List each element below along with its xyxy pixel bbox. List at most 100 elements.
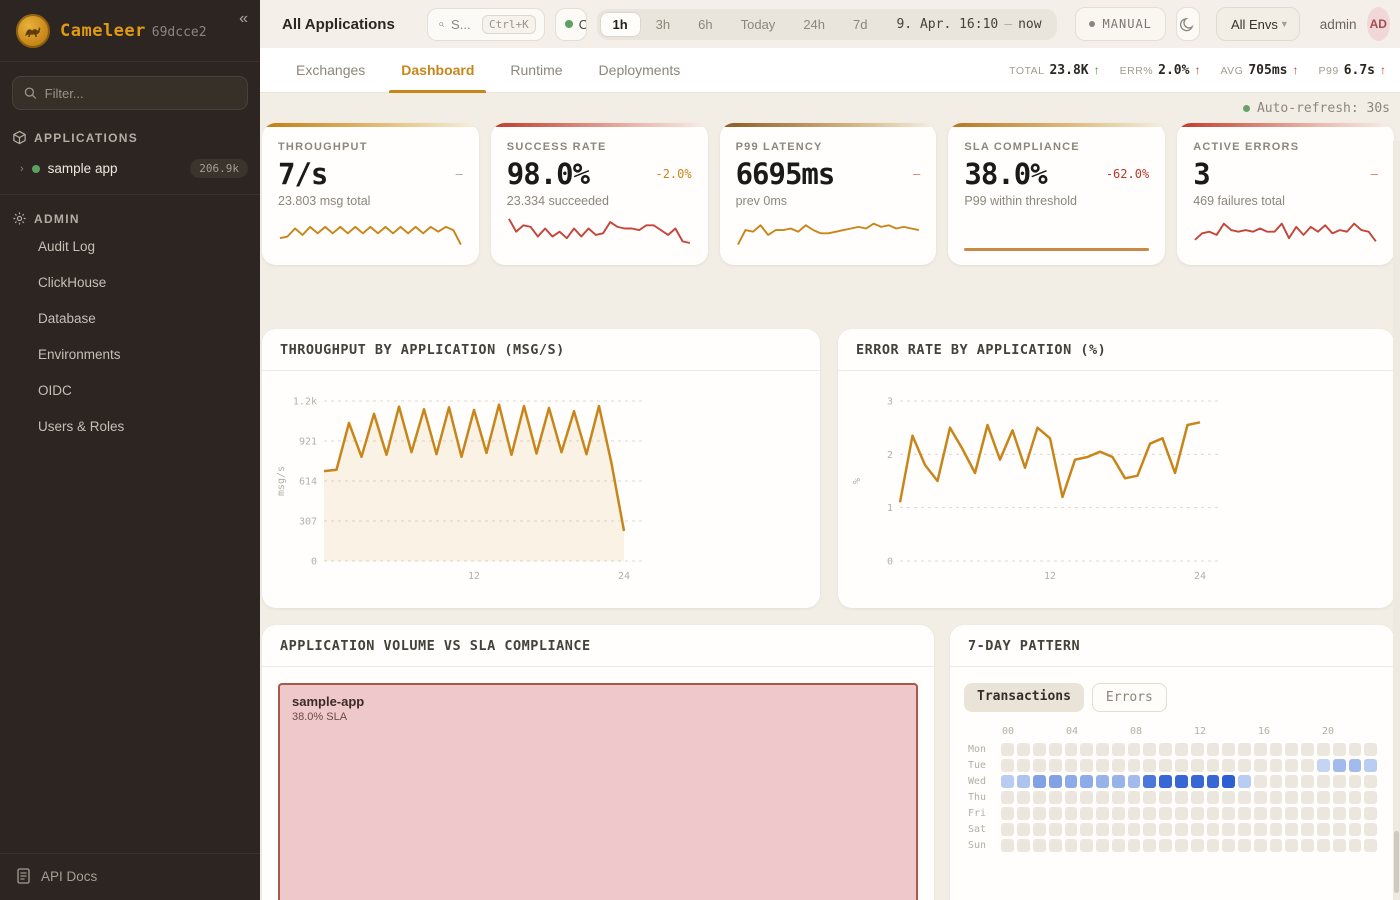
- heatmap-cell[interactable]: [1128, 839, 1141, 852]
- range-1h[interactable]: 1h: [600, 12, 641, 37]
- sidebar-item-sample-app[interactable]: › sample app 206.9k: [0, 151, 260, 188]
- heatmap-cell[interactable]: [1349, 759, 1362, 772]
- heatmap-cell[interactable]: [1080, 823, 1093, 836]
- range-3h[interactable]: 3h: [643, 12, 683, 37]
- heatmap-cell[interactable]: [1001, 791, 1014, 804]
- heatmap-cell[interactable]: [1285, 807, 1298, 820]
- heatmap-cell[interactable]: [1112, 791, 1125, 804]
- heatmap-cell[interactable]: [1285, 775, 1298, 788]
- heatmap-cell[interactable]: [1301, 823, 1314, 836]
- heatmap-cell[interactable]: [1222, 759, 1235, 772]
- sidebar-item-oidc[interactable]: OIDC: [0, 376, 260, 406]
- date-range-display[interactable]: 9. Apr. 16:10—now: [882, 17, 1053, 32]
- heatmap-cell[interactable]: [1049, 775, 1062, 788]
- tab-deployments[interactable]: Deployments: [599, 48, 681, 93]
- heatmap-cell[interactable]: [1317, 823, 1330, 836]
- heatmap-cell[interactable]: [1065, 791, 1078, 804]
- scrollbar-thumb[interactable]: [1394, 831, 1399, 893]
- global-search[interactable]: Ctrl+K: [427, 8, 545, 41]
- heatmap-cell[interactable]: [1017, 775, 1030, 788]
- heatmap-cell[interactable]: [1065, 775, 1078, 788]
- heatmap-cell[interactable]: [1364, 775, 1377, 788]
- heatmap-cell[interactable]: [1001, 775, 1014, 788]
- heatmap-cell[interactable]: [1254, 823, 1267, 836]
- heatmap-cell[interactable]: [1364, 759, 1377, 772]
- heatmap-cell[interactable]: [1191, 759, 1204, 772]
- heatmap-cell[interactable]: [1001, 759, 1014, 772]
- heatmap-cell[interactable]: [1128, 791, 1141, 804]
- heatmap-cell[interactable]: [1285, 743, 1298, 756]
- heatmap-cell[interactable]: [1065, 743, 1078, 756]
- heatmap-cell[interactable]: [1333, 743, 1346, 756]
- heatmap-cell[interactable]: [1207, 743, 1220, 756]
- heatmap-cell[interactable]: [1238, 759, 1251, 772]
- heatmap-cell[interactable]: [1349, 807, 1362, 820]
- heatmap-cell[interactable]: [1017, 839, 1030, 852]
- heatmap-cell[interactable]: [1096, 823, 1109, 836]
- heatmap-cell[interactable]: [1270, 759, 1283, 772]
- heatmap-cell[interactable]: [1285, 839, 1298, 852]
- heatmap-cell[interactable]: [1191, 743, 1204, 756]
- heatmap-cell[interactable]: [1270, 807, 1283, 820]
- heatmap-cell[interactable]: [1207, 791, 1220, 804]
- heatmap-cell[interactable]: [1159, 791, 1172, 804]
- heatmap-cell[interactable]: [1001, 743, 1014, 756]
- scrollbar[interactable]: [1393, 141, 1400, 900]
- heatmap-cell[interactable]: [1175, 791, 1188, 804]
- heatmap-cell[interactable]: [1254, 743, 1267, 756]
- filter-input[interactable]: [45, 86, 236, 101]
- heatmap-cell[interactable]: [1207, 807, 1220, 820]
- heatmap-cell[interactable]: [1270, 791, 1283, 804]
- heatmap-cell[interactable]: [1143, 775, 1156, 788]
- heatmap-cell[interactable]: [1143, 839, 1156, 852]
- range-today[interactable]: Today: [728, 12, 789, 37]
- heatmap-cell[interactable]: [1191, 775, 1204, 788]
- heatmap-cell[interactable]: [1112, 807, 1125, 820]
- heatmap-cell[interactable]: [1080, 743, 1093, 756]
- heatmap-cell[interactable]: [1049, 807, 1062, 820]
- sidebar-filter[interactable]: [12, 76, 248, 110]
- heatmap-cell[interactable]: [1285, 759, 1298, 772]
- heatmap-cell[interactable]: [1222, 743, 1235, 756]
- heatmap-cell[interactable]: [1270, 823, 1283, 836]
- heatmap-cell[interactable]: [1301, 791, 1314, 804]
- heatmap-cell[interactable]: [1349, 775, 1362, 788]
- heatmap-cell[interactable]: [1285, 823, 1298, 836]
- heatmap-cell[interactable]: [1128, 823, 1141, 836]
- heatmap-cell[interactable]: [1333, 775, 1346, 788]
- heatmap-cell[interactable]: [1364, 839, 1377, 852]
- heatmap-cell[interactable]: [1175, 807, 1188, 820]
- heatmap-cell[interactable]: [1222, 775, 1235, 788]
- heatmap-cell[interactable]: [1112, 775, 1125, 788]
- heatmap-cell[interactable]: [1191, 791, 1204, 804]
- heatmap-cell[interactable]: [1333, 839, 1346, 852]
- heatmap-cell[interactable]: [1017, 791, 1030, 804]
- heatmap-cell[interactable]: [1112, 823, 1125, 836]
- heatmap-cell[interactable]: [1222, 839, 1235, 852]
- heatmap-cell[interactable]: [1080, 775, 1093, 788]
- manual-refresh-button[interactable]: MANUAL: [1075, 7, 1166, 41]
- heatmap-cell[interactable]: [1238, 807, 1251, 820]
- heatmap-cell[interactable]: [1112, 839, 1125, 852]
- heatmap-cell[interactable]: [1270, 839, 1283, 852]
- heatmap-cell[interactable]: [1301, 743, 1314, 756]
- heatmap-cell[interactable]: [1301, 807, 1314, 820]
- heatmap-cell[interactable]: [1159, 839, 1172, 852]
- heatmap-cell[interactable]: [1238, 775, 1251, 788]
- sidebar-collapse-icon[interactable]: «: [239, 10, 248, 28]
- tab-runtime[interactable]: Runtime: [510, 48, 562, 93]
- heatmap-cell[interactable]: [1128, 743, 1141, 756]
- heatmap-cell[interactable]: [1317, 743, 1330, 756]
- heatmap-cell[interactable]: [1207, 775, 1220, 788]
- heatmap-cell[interactable]: [1207, 759, 1220, 772]
- heatmap-cell[interactable]: [1049, 839, 1062, 852]
- heatmap-cell[interactable]: [1254, 791, 1267, 804]
- sidebar-item-api-docs[interactable]: API Docs: [0, 853, 260, 900]
- dark-mode-button[interactable]: [1176, 7, 1200, 41]
- heatmap-cell[interactable]: [1065, 823, 1078, 836]
- heatmap-cell[interactable]: [1017, 807, 1030, 820]
- heatmap-cell[interactable]: [1191, 807, 1204, 820]
- range-6h[interactable]: 6h: [685, 12, 725, 37]
- heatmap-cell[interactable]: [1080, 791, 1093, 804]
- heatmap-cell[interactable]: [1080, 839, 1093, 852]
